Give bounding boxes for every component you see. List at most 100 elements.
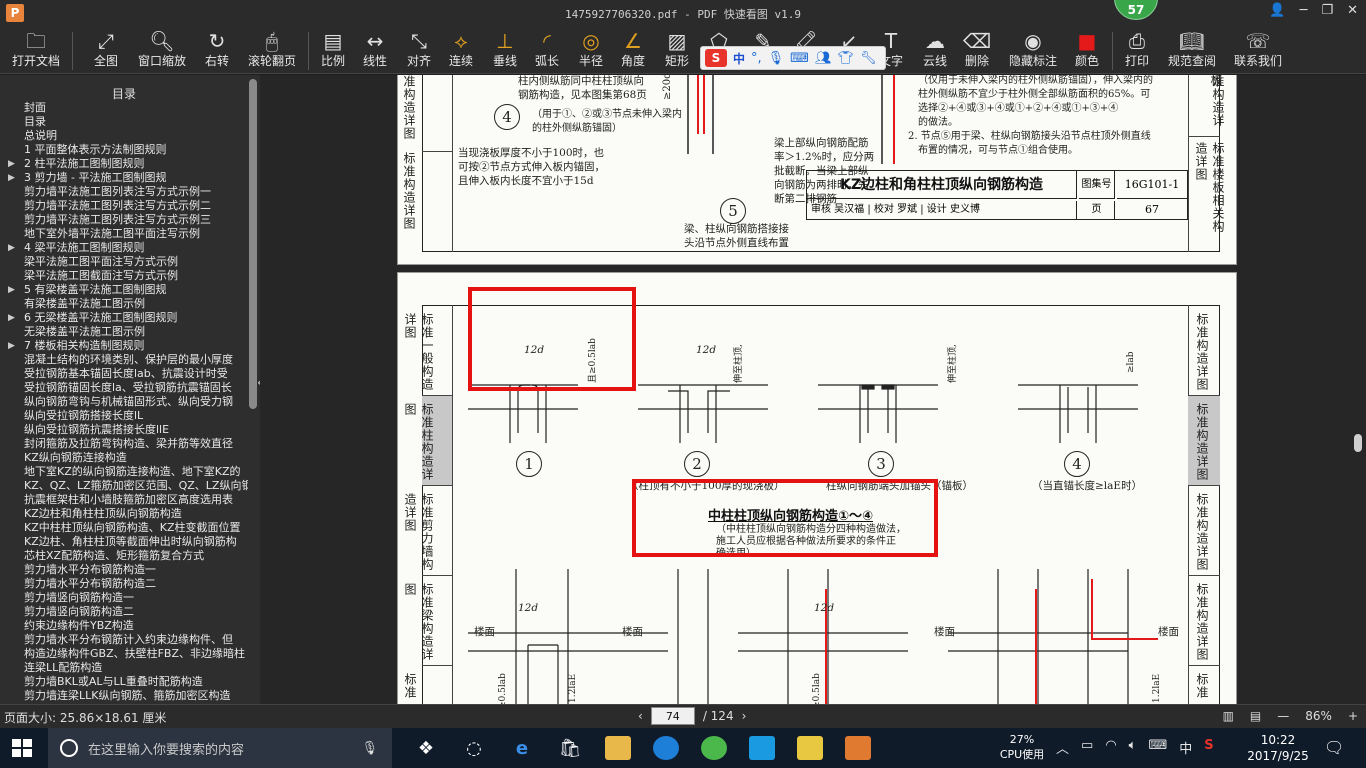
toc-item[interactable]: 构造边缘构件GBZ、扶壁柱FBZ、非边缘暗柱 bbox=[0, 647, 248, 661]
ime-punct-toggle[interactable]: °, bbox=[751, 51, 762, 66]
continuous-view-icon[interactable]: ▤ bbox=[1250, 709, 1261, 723]
toc-item[interactable]: ▶ 7 楼板相关构造制图规则 bbox=[0, 339, 248, 353]
toc-item[interactable]: 目录 bbox=[0, 115, 248, 129]
toc-item[interactable]: 剪力墙水平分布钢筋构造二 bbox=[0, 577, 248, 591]
toc-item[interactable]: 剪力墙平法施工图列表注写方式示例一 bbox=[0, 185, 248, 199]
rotate-right-button[interactable]: ↻ 右转 bbox=[200, 28, 234, 72]
toc-item[interactable]: 剪力墙竖向钢筋构造二 bbox=[0, 605, 248, 619]
toc-item[interactable]: 封闭箍筋及拉筋弯钩构造、梁并筋等效直径 bbox=[0, 437, 248, 451]
toc-item[interactable]: 芯柱XZ配筋构造、矩形箍筋复合方式 bbox=[0, 549, 248, 563]
ime-lang-toggle[interactable]: 中 bbox=[733, 50, 745, 67]
zoom-out-button[interactable]: — bbox=[1277, 709, 1289, 723]
angle-button[interactable]: ∠ 角度 bbox=[618, 28, 648, 72]
arc-length-button[interactable]: ◜ 弧长 bbox=[532, 28, 562, 72]
prev-page-icon[interactable]: ‹ bbox=[638, 709, 643, 723]
toc-item[interactable]: ▶ 5 有梁楼盖平法施工图制图规 bbox=[0, 283, 248, 297]
page-number-input[interactable]: 74 bbox=[650, 707, 695, 725]
user-icon[interactable]: 👤 bbox=[1269, 3, 1285, 18]
task-view-icon[interactable]: ❖ bbox=[402, 728, 450, 768]
toc-item[interactable]: 纵向钢筋弯钩与机械锚固形式、纵向受力钢 bbox=[0, 395, 248, 409]
expand-arrow-icon[interactable]: ▶ bbox=[8, 241, 15, 255]
zoom-in-button[interactable]: + bbox=[1348, 709, 1358, 723]
browser-swirl-icon[interactable]: ◌ bbox=[450, 728, 498, 768]
toc-item[interactable]: 剪力墙连梁LLK纵向钢筋、箍筋加密区构造 bbox=[0, 689, 248, 703]
close-icon[interactable]: ✕ bbox=[1347, 3, 1358, 18]
expand-arrow-icon[interactable]: ▶ bbox=[8, 339, 15, 353]
toc-item[interactable]: 抗震框架柱和小墙肢箍筋加密区高度选用表 bbox=[0, 493, 248, 507]
toc-item[interactable]: 连梁LL配筋构造 bbox=[0, 661, 248, 675]
toc-item[interactable]: 约束边缘构件YBZ构造 bbox=[0, 619, 248, 633]
toc-item[interactable]: ▶ 4 梁平法施工图制图规则 bbox=[0, 241, 248, 255]
toc-item[interactable]: 总说明 bbox=[0, 129, 248, 143]
blue-plus-app-icon[interactable] bbox=[738, 728, 786, 768]
sogou-ime-icon[interactable]: S bbox=[705, 49, 727, 67]
delete-button[interactable]: ⌫ 删除 bbox=[962, 28, 992, 72]
single-page-view-icon[interactable]: ▥ bbox=[1223, 709, 1234, 723]
continuous-button[interactable]: ⟡ 连续 bbox=[446, 28, 476, 72]
contact-button[interactable]: ☏ 联系我们 bbox=[1232, 28, 1284, 72]
user-accounts-icon[interactable]: 👥︎ bbox=[815, 51, 832, 66]
wrench-icon[interactable]: 🔧︎ bbox=[860, 51, 877, 66]
toc-item[interactable]: 剪力墙水平分布钢筋构造一 bbox=[0, 563, 248, 577]
toc-item[interactable]: 地下室外墙平法施工图平面注写示例 bbox=[0, 227, 248, 241]
action-center-icon[interactable]: 🗨︎ bbox=[1324, 738, 1344, 757]
toc-item[interactable]: 1 平面整体表示方法制图规则 bbox=[0, 143, 248, 157]
browser-g-icon[interactable] bbox=[642, 728, 690, 768]
green-app-icon[interactable] bbox=[690, 728, 738, 768]
wheel-page-button[interactable]: 🖱︎ 滚轮翻页 bbox=[244, 28, 300, 72]
toc-item[interactable]: 无梁楼盖平法施工图示例 bbox=[0, 325, 248, 339]
expand-arrow-icon[interactable]: ▶ bbox=[8, 283, 15, 297]
taskbar-clock[interactable]: 10:22 2017/9/25 bbox=[1244, 732, 1312, 764]
ime-toolbar[interactable]: S 中 °, 🎙︎ ⌨ 👥︎ 👕︎ 🔧︎ bbox=[700, 46, 886, 70]
toc-item[interactable]: 剪力墙平法施工图列表注写方式示例二 bbox=[0, 199, 248, 213]
perpendicular-button[interactable]: ⊥ 垂线 bbox=[490, 28, 520, 72]
color-button[interactable]: ■ 颜色 bbox=[1072, 28, 1102, 72]
maximize-icon[interactable]: ❐ bbox=[1321, 3, 1333, 18]
linear-button[interactable]: ↔ 线性 bbox=[360, 28, 390, 72]
sidebar-scrollbar[interactable] bbox=[249, 79, 257, 409]
toc-item[interactable]: 纵向受拉钢筋抗震搭接长度llE bbox=[0, 423, 248, 437]
sogou-tray-icon[interactable]: S bbox=[1204, 738, 1213, 757]
toc-item[interactable]: 混凝土结构的环境类别、保护层的最小厚度 bbox=[0, 353, 248, 367]
toc-item[interactable]: 受拉钢筋锚固长度la、受拉钢筋抗震锚固长 bbox=[0, 381, 248, 395]
keyboard-icon[interactable]: ⌨ bbox=[790, 51, 809, 66]
toc-item[interactable]: 有梁楼盖平法施工图示例 bbox=[0, 297, 248, 311]
microphone-icon[interactable]: 🎙︎ bbox=[361, 741, 378, 756]
toc-item[interactable]: 剪力墙水平分布钢筋计入约束边缘构件、但 bbox=[0, 633, 248, 647]
print-button[interactable]: ⎙ 打印 bbox=[1122, 28, 1152, 72]
red-annotation-box[interactable] bbox=[632, 479, 938, 557]
cloud-line-button[interactable]: ☁ 云线 bbox=[920, 28, 950, 72]
toc-item[interactable]: ▶ 2 柱平法施工图制图规则 bbox=[0, 157, 248, 171]
microphone-icon[interactable]: 🎙︎ bbox=[768, 51, 785, 66]
store-icon[interactable]: 🛍︎ bbox=[546, 728, 594, 768]
expand-arrow-icon[interactable]: ▶ bbox=[8, 157, 15, 171]
expand-arrow-icon[interactable]: ▶ bbox=[8, 171, 15, 185]
network-icon[interactable]: ◠ bbox=[1105, 738, 1116, 757]
toc-item[interactable]: KZ边柱和角柱柱顶纵向钢筋构造 bbox=[0, 507, 248, 521]
toc-item[interactable]: 梁平法施工图平面注写方式示例 bbox=[0, 255, 248, 269]
minimize-icon[interactable]: ─ bbox=[1300, 3, 1308, 18]
toc-item[interactable]: ▶ 6 无梁楼盖平法施工图制图规则 bbox=[0, 311, 248, 325]
toc-item[interactable]: 剪力墙平法施工图列表注写方式示例三 bbox=[0, 213, 248, 227]
volume-icon[interactable]: 🔈︎ bbox=[1129, 738, 1137, 757]
scale-button[interactable]: ▤ 比例 bbox=[318, 28, 348, 72]
next-page-icon[interactable]: › bbox=[742, 709, 747, 723]
toc-item[interactable]: 剪力墙BKL或AL与LL重叠时配筋构造 bbox=[0, 675, 248, 689]
toc-item[interactable]: KZ、QZ、LZ箍筋加密区范围、QZ、LZ纵向钢 bbox=[0, 479, 248, 493]
align-button[interactable]: ⤡ 对齐 bbox=[404, 28, 434, 72]
ime-language-indicator[interactable]: 中 bbox=[1179, 738, 1192, 757]
taskbar-search-box[interactable]: 在这里输入你要搜索的内容 🎙︎ bbox=[48, 728, 392, 768]
notepad-app-icon[interactable] bbox=[786, 728, 834, 768]
toc-item[interactable]: 纵向受拉钢筋搭接长度lL bbox=[0, 409, 248, 423]
pdf-viewer-app-icon[interactable] bbox=[834, 728, 882, 768]
toc-item[interactable]: KZ纵向钢筋连接构造 bbox=[0, 451, 248, 465]
file-explorer-icon[interactable] bbox=[594, 728, 642, 768]
open-document-button[interactable]: 🗀 打开文档 bbox=[10, 28, 62, 72]
edge-browser-icon[interactable]: e bbox=[498, 728, 546, 768]
battery-icon[interactable]: ▭ bbox=[1081, 738, 1093, 757]
toc-item[interactable]: 封面 bbox=[0, 101, 248, 115]
fit-all-button[interactable]: ⤢ 全图 bbox=[88, 28, 124, 72]
standards-button[interactable]: 📖︎ 规范查阅 bbox=[1166, 28, 1218, 72]
windows-start-icon[interactable] bbox=[12, 739, 32, 757]
show-hidden-icons-icon[interactable]: ︿ bbox=[1056, 738, 1069, 757]
